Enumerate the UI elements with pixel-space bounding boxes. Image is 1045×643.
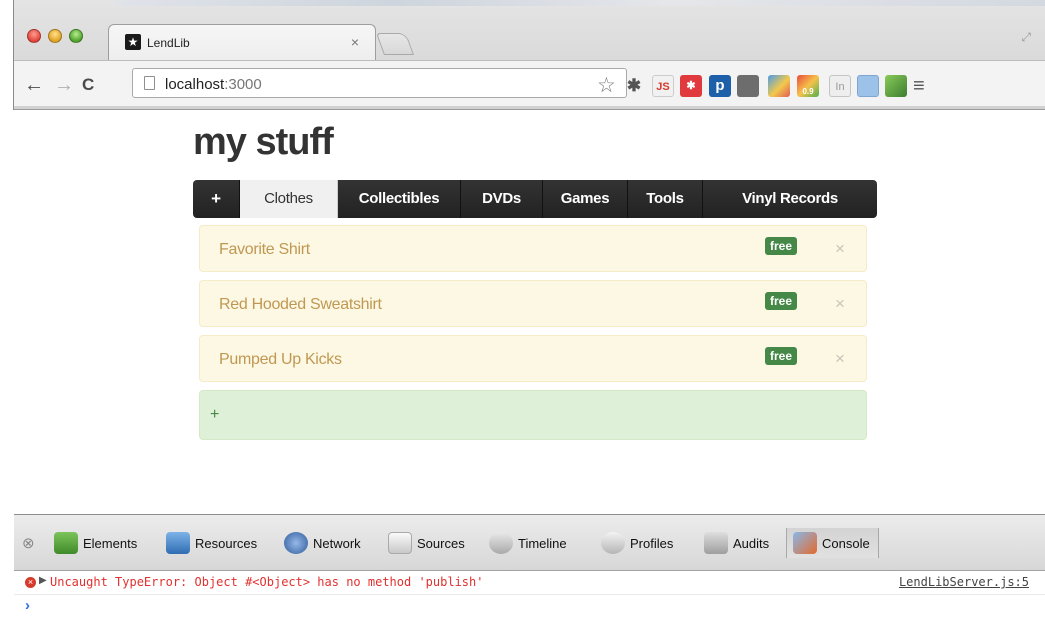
- list-item[interactable]: Favorite Shirt free ×: [199, 225, 867, 272]
- zoom-window-button[interactable]: [69, 29, 83, 43]
- devtools-close-icon[interactable]: ⊗: [22, 534, 35, 552]
- list-item[interactable]: Red Hooded Sweatshirt free ×: [199, 280, 867, 327]
- devtools-panel: ⊗ Elements Resources Network Sources Tim…: [14, 514, 1045, 643]
- add-category-button[interactable]: +: [193, 180, 240, 218]
- tab-profiles[interactable]: Profiles: [601, 531, 673, 555]
- tab-label: Profiles: [630, 535, 674, 551]
- tab-resources[interactable]: Resources: [166, 531, 257, 555]
- tab-label: Audits: [733, 535, 770, 551]
- back-button[interactable]: ←: [24, 74, 44, 97]
- url-host: localhost: [165, 76, 225, 93]
- remove-item-icon[interactable]: ×: [835, 239, 845, 259]
- bookmark-star-icon[interactable]: ☆: [597, 73, 616, 98]
- lendlib-favicon-icon: ★: [125, 34, 141, 50]
- tab-label: Timeline: [518, 535, 567, 551]
- add-item-row[interactable]: +: [199, 390, 867, 440]
- fullscreen-icon[interactable]: ⤢: [1021, 30, 1031, 45]
- audits-icon: [704, 532, 728, 554]
- new-tab-button[interactable]: [375, 33, 415, 55]
- remove-item-icon[interactable]: ×: [835, 349, 845, 369]
- status-badge[interactable]: free: [765, 237, 798, 255]
- page-title: my stuff: [193, 121, 334, 163]
- url-port: :3000: [224, 76, 262, 93]
- elements-icon: [54, 532, 78, 554]
- chrome-menu-icon[interactable]: ≡: [913, 75, 925, 98]
- pocket-extension-icon[interactable]: p: [709, 75, 731, 97]
- tab-label: Resources: [195, 535, 258, 551]
- tab-collectibles[interactable]: Collectibles: [338, 180, 461, 218]
- page-content: my stuff + Clothes Collectibles DVDs Gam…: [14, 111, 1045, 514]
- error-message: Uncaught TypeError: Object #<Object> has…: [50, 575, 484, 589]
- tab-tools[interactable]: Tools: [628, 180, 703, 218]
- resources-icon: [166, 532, 190, 554]
- tab-label: Sources: [417, 535, 465, 551]
- tab-title: LendLib: [147, 36, 190, 50]
- minimize-window-button[interactable]: [48, 29, 62, 43]
- lastpass-extension-icon[interactable]: ✱: [680, 75, 702, 97]
- profiles-icon: [601, 532, 625, 554]
- evernote-extension-icon[interactable]: [737, 75, 759, 97]
- devtools-toolbar: ⊗ Elements Resources Network Sources Tim…: [14, 515, 1045, 571]
- tab-vinyl-records[interactable]: Vinyl Records: [703, 180, 877, 218]
- tab-clothes[interactable]: Clothes: [240, 180, 338, 218]
- background-window-strip: [115, 0, 1045, 6]
- add-item-icon[interactable]: +: [210, 406, 219, 424]
- tab-audits[interactable]: Audits: [704, 531, 769, 555]
- error-source-link[interactable]: LendLibServer.js:5: [899, 575, 1029, 589]
- window-left-edge: [0, 0, 14, 110]
- console-icon: [793, 532, 817, 554]
- window-extension-icon[interactable]: [857, 75, 879, 97]
- bug-extension-icon[interactable]: ✱: [623, 75, 645, 97]
- url-text: localhost:3000: [165, 76, 262, 93]
- forward-button[interactable]: →: [54, 74, 74, 97]
- tab-network[interactable]: Network: [284, 531, 361, 555]
- tab-label: Network: [313, 535, 361, 551]
- tab-games[interactable]: Games: [543, 180, 628, 218]
- error-icon: ×: [25, 577, 36, 588]
- close-window-button[interactable]: [27, 29, 41, 43]
- item-name[interactable]: Pumped Up Kicks: [219, 351, 342, 369]
- console-error-line: × ▶ Uncaught TypeError: Object #<Object>…: [14, 571, 1045, 595]
- browser-chrome: ★ LendLib × ⤢ ← → C localhost:3000 ☆ ✱ J…: [0, 0, 1045, 110]
- expand-arrow-icon[interactable]: ▶: [39, 575, 47, 586]
- tab-elements[interactable]: Elements: [54, 531, 137, 555]
- tab-sources[interactable]: Sources: [388, 531, 465, 555]
- item-name[interactable]: Red Hooded Sweatshirt: [219, 296, 382, 314]
- linkedin-extension-icon[interactable]: In: [829, 75, 851, 97]
- address-bar[interactable]: localhost:3000: [132, 68, 627, 98]
- tab-dvds[interactable]: DVDs: [461, 180, 543, 218]
- sources-icon: [388, 532, 412, 554]
- pencil-extension-icon[interactable]: [768, 75, 790, 97]
- browser-toolbar: ← → C localhost:3000 ☆ ✱ JS ✱ p 0.9 In ≡: [14, 60, 1045, 106]
- color-picker-extension-icon[interactable]: 0.9: [797, 75, 819, 97]
- tab-close-icon[interactable]: ×: [351, 34, 359, 50]
- console-prompt-icon[interactable]: ›: [25, 597, 30, 614]
- page-icon: [144, 76, 155, 90]
- tab-label: Elements: [83, 535, 138, 551]
- browser-tab-lendlib[interactable]: ★ LendLib ×: [108, 24, 376, 60]
- remove-item-icon[interactable]: ×: [835, 294, 845, 314]
- js-extension-icon[interactable]: JS: [652, 75, 674, 97]
- item-name[interactable]: Favorite Shirt: [219, 241, 310, 259]
- timeline-icon: [489, 532, 513, 554]
- reload-button[interactable]: C: [82, 75, 94, 95]
- feedly-extension-icon[interactable]: [885, 75, 907, 97]
- category-navbar: + Clothes Collectibles DVDs Games Tools …: [193, 180, 877, 218]
- status-badge[interactable]: free: [765, 347, 798, 365]
- list-item[interactable]: Pumped Up Kicks free ×: [199, 335, 867, 382]
- tab-label: Console: [822, 535, 870, 551]
- tab-console[interactable]: Console: [786, 528, 879, 558]
- network-icon: [284, 532, 308, 554]
- status-badge[interactable]: free: [765, 292, 798, 310]
- tab-timeline[interactable]: Timeline: [489, 531, 567, 555]
